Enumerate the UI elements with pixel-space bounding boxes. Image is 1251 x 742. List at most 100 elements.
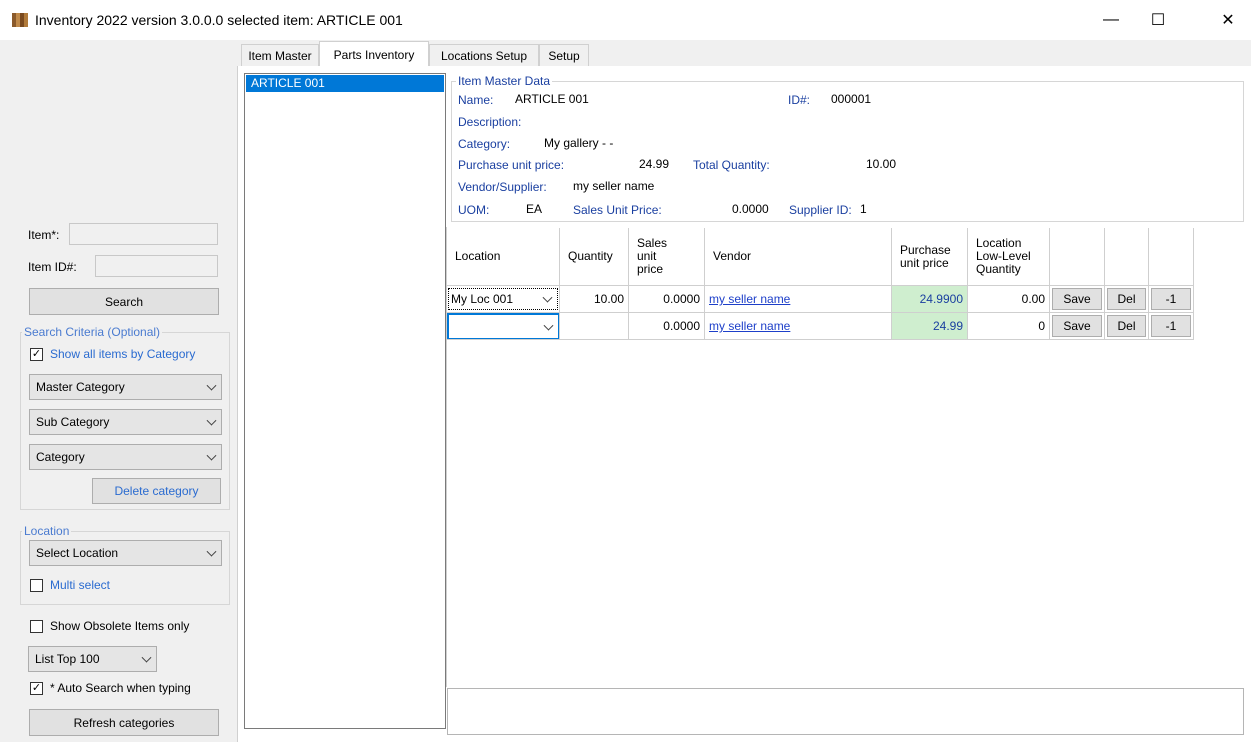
auto-search-checkbox[interactable]: ✓: [30, 682, 43, 695]
sales-price-cell[interactable]: 0.0000: [629, 286, 705, 313]
vendor-cell: my seller name: [705, 313, 892, 340]
column-header-location[interactable]: Location: [447, 228, 560, 286]
save-button[interactable]: Save: [1052, 315, 1102, 337]
chevron-down-icon: [206, 380, 217, 391]
name-label: Name:: [458, 93, 494, 107]
item-master-data-title: Item Master Data: [456, 74, 553, 88]
column-header-del: [1105, 228, 1149, 286]
tab-parts-inventory[interactable]: Parts Inventory: [319, 41, 429, 67]
maximize-button[interactable]: ☐: [1135, 0, 1181, 40]
column-header-save: [1050, 228, 1105, 286]
id-value: 000001: [831, 92, 872, 106]
chevron-down-icon: [206, 450, 217, 461]
purchase-price-cell[interactable]: 24.99: [892, 313, 968, 340]
delete-button[interactable]: Del: [1107, 315, 1146, 337]
refresh-categories-button[interactable]: Refresh categories: [29, 709, 219, 736]
location-select[interactable]: [447, 313, 559, 339]
maximize-icon: ☐: [1150, 12, 1166, 29]
item-id-label: Item ID#:: [28, 260, 77, 274]
chevron-down-icon: [206, 546, 217, 557]
vendor-link[interactable]: my seller name: [705, 292, 790, 306]
supplier-id-value: 1: [860, 202, 867, 216]
supplier-id-label: Supplier ID:: [789, 203, 852, 217]
sales-price-cell[interactable]: 0.0000: [629, 313, 705, 340]
sales-price-label: Sales Unit Price:: [573, 203, 662, 217]
description-label: Description:: [458, 115, 522, 129]
location-group-title: Location: [22, 524, 72, 538]
tab-locations-setup[interactable]: Locations Setup: [429, 44, 539, 66]
uom-value: EA: [526, 202, 543, 216]
chevron-down-icon: [141, 652, 152, 663]
multi-select-checkbox[interactable]: [30, 579, 43, 592]
select-location-select[interactable]: Select Location: [29, 540, 222, 566]
save-button[interactable]: Save: [1052, 288, 1102, 310]
quantity-cell[interactable]: [560, 313, 629, 340]
show-obsolete-checkbox[interactable]: [30, 620, 43, 633]
purchase-price-label: Purchase unit price:: [458, 158, 565, 172]
name-value: ARTICLE 001: [515, 92, 589, 106]
search-criteria-title: Search Criteria (Optional): [22, 325, 163, 339]
table-row: My Loc 001: [447, 286, 560, 313]
notes-box[interactable]: [447, 688, 1244, 735]
master-category-select[interactable]: Master Category: [29, 374, 222, 400]
column-header-quantity[interactable]: Quantity: [560, 228, 629, 286]
delete-category-button[interactable]: Delete category: [92, 478, 221, 504]
category-value: My gallery - -: [544, 136, 614, 150]
id-label: ID#:: [788, 93, 811, 107]
delete-button[interactable]: Del: [1107, 288, 1146, 310]
save-cell: Save: [1050, 313, 1105, 340]
minus-cell: -1: [1149, 286, 1194, 313]
minimize-icon: —: [1103, 11, 1119, 28]
column-header-purchase-price[interactable]: Purchase unit price: [892, 228, 968, 286]
tab-setup[interactable]: Setup: [539, 44, 589, 66]
chevron-down-icon: [542, 292, 553, 303]
grid-area-border: [446, 227, 447, 687]
inventory-grid: Location Quantity Sales unit price Vendo…: [447, 228, 1194, 341]
app-icon: [12, 13, 28, 27]
list-item[interactable]: ARTICLE 001: [246, 75, 444, 92]
del-cell: Del: [1105, 313, 1149, 340]
column-header-sales-price[interactable]: Sales unit price: [629, 228, 705, 286]
vendor-value: my seller name: [573, 179, 655, 193]
minimize-button[interactable]: —: [1088, 0, 1134, 40]
low-level-quantity-cell[interactable]: 0: [968, 313, 1050, 340]
close-button[interactable]: ✕: [1205, 0, 1251, 40]
purchase-price-cell[interactable]: 24.9900: [892, 286, 968, 313]
decrement-button[interactable]: -1: [1151, 315, 1191, 337]
item-label: Item*:: [28, 228, 60, 242]
low-level-quantity-cell[interactable]: 0.00: [968, 286, 1050, 313]
uom-label: UOM:: [458, 203, 490, 217]
column-header-minus: [1149, 228, 1194, 286]
show-all-by-category-checkbox[interactable]: ✓: [30, 348, 43, 361]
vendor-cell: my seller name: [705, 286, 892, 313]
decrement-button[interactable]: -1: [1151, 288, 1191, 310]
category-select[interactable]: Category: [29, 444, 222, 470]
category-label: Category:: [458, 137, 511, 151]
location-select[interactable]: My Loc 001: [448, 288, 558, 310]
multi-select-label: Multi select: [50, 578, 111, 592]
sales-price-value: 0.0000: [732, 202, 769, 216]
quantity-cell[interactable]: 10.00: [560, 286, 629, 313]
del-cell: Del: [1105, 286, 1149, 313]
save-cell: Save: [1050, 286, 1105, 313]
vendor-label: Vendor/Supplier:: [458, 180, 547, 194]
item-id-input[interactable]: [95, 255, 218, 277]
auto-search-label: * Auto Search when typing: [50, 681, 191, 695]
vendor-link[interactable]: my seller name: [705, 319, 790, 333]
total-quantity-value: 10.00: [866, 157, 897, 171]
item-list[interactable]: ARTICLE 001: [244, 73, 446, 729]
show-obsolete-label: Show Obsolete Items only: [50, 619, 190, 633]
chevron-down-icon: [543, 320, 554, 331]
search-button[interactable]: Search: [29, 288, 219, 315]
tab-item-master[interactable]: Item Master: [241, 44, 319, 66]
close-icon: ✕: [1221, 12, 1235, 29]
table-row: [447, 313, 560, 340]
title-bar: Inventory 2022 version 3.0.0.0 selected …: [0, 0, 1251, 40]
window-title: Inventory 2022 version 3.0.0.0 selected …: [35, 12, 403, 28]
list-top-select[interactable]: List Top 100: [28, 646, 157, 672]
check-icon: ✓: [31, 348, 42, 360]
column-header-low-level-quantity[interactable]: Location Low-Level Quantity: [968, 228, 1050, 286]
sub-category-select[interactable]: Sub Category: [29, 409, 222, 435]
column-header-vendor[interactable]: Vendor: [705, 228, 892, 286]
item-input[interactable]: [69, 223, 218, 245]
